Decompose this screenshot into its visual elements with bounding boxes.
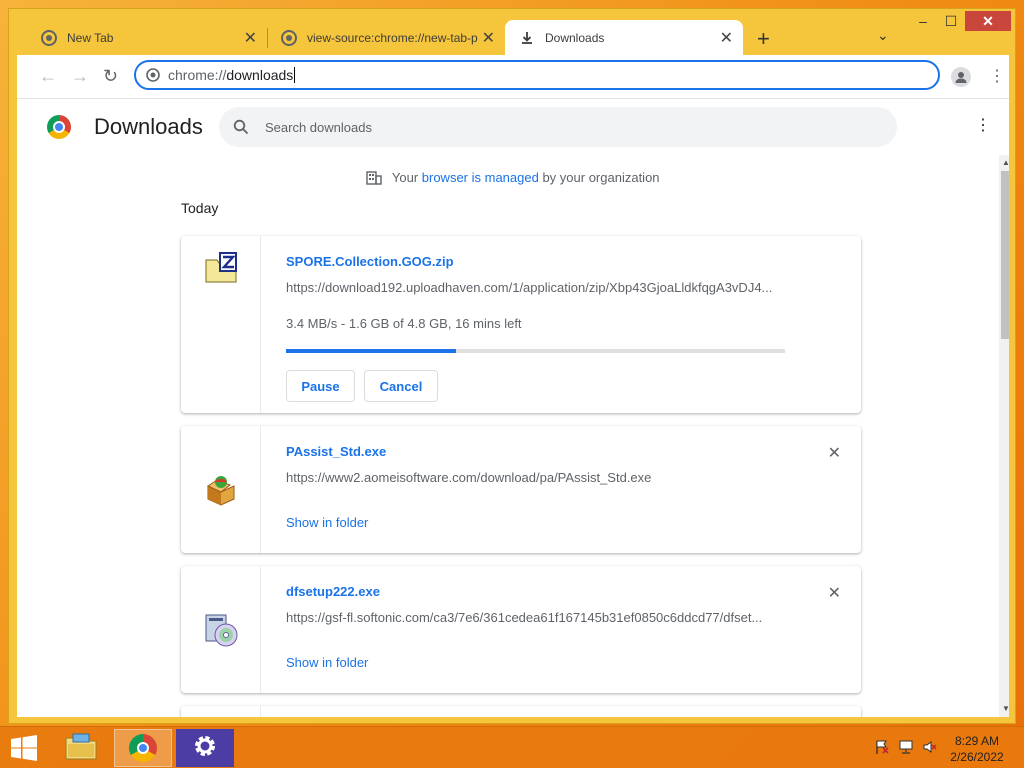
download-card: dfsetup222.exe https://gsf-fl.softonic.c… (181, 566, 861, 693)
text-caret (294, 67, 296, 83)
download-url: https://download192.uploadhaven.com/1/ap… (286, 280, 773, 295)
chrome-page-icon (146, 68, 160, 82)
back-button[interactable]: ← (39, 66, 57, 87)
action-center-flag-icon[interactable] (874, 739, 890, 758)
tab-close-icon[interactable]: ✕ (720, 28, 733, 48)
download-card: SPORE.Collection.GOG.zip https://downloa… (181, 236, 861, 413)
search-input[interactable] (265, 119, 825, 135)
scrollbar-thumb[interactable] (1001, 171, 1009, 339)
gear-icon (191, 732, 219, 765)
address-bar[interactable]: chrome://downloads (134, 60, 940, 90)
tab-view-source[interactable]: view-source:chrome://new-tab-p ✕ (267, 20, 505, 56)
scroll-up-arrow-icon[interactable]: ▲ (1002, 158, 1009, 167)
windows-start-icon[interactable] (10, 735, 38, 761)
downloads-header: Downloads ⋮ (17, 99, 1009, 155)
download-icon-column (181, 236, 261, 413)
page-title: Downloads (94, 114, 203, 139)
download-card: PAssist_Std.exe https://www2.aomeisoftwa… (181, 426, 861, 553)
tab-strip: New Tab ✕ view-source:chrome://new-tab-p… (9, 9, 1015, 56)
download-url: https://www2.aomeisoftware.com/download/… (286, 470, 652, 485)
installer-box-icon (204, 474, 238, 506)
download-status: 3.4 MB/s - 1.6 GB of 4.8 GB, 16 mins lef… (286, 316, 522, 331)
download-filename[interactable]: PAssist_Std.exe (286, 444, 386, 459)
tab-new-tab[interactable]: New Tab ✕ (27, 20, 267, 56)
volume-muted-icon[interactable] (922, 739, 938, 758)
tab-search-chevron-icon[interactable]: ⌄ (877, 27, 889, 44)
tab-close-icon[interactable]: ✕ (244, 28, 257, 48)
download-url: https://gsf-fl.softonic.com/ca3/7e6/361c… (286, 610, 763, 625)
settings-taskbar-button[interactable] (176, 729, 234, 767)
download-icon (519, 30, 535, 46)
zip-file-icon (205, 252, 237, 284)
forward-button[interactable]: → (71, 66, 89, 87)
page-scrollbar[interactable]: ▲ ▼ (999, 155, 1009, 717)
download-icon-column (181, 426, 261, 553)
download-card-partial (181, 706, 861, 717)
taskbar-clock[interactable]: 8:29 AM 2/26/2022 (944, 733, 1010, 765)
network-icon[interactable] (898, 739, 914, 758)
download-filename[interactable]: SPORE.Collection.GOG.zip (286, 254, 454, 269)
file-explorer-icon (65, 732, 97, 765)
chrome-taskbar-icon (129, 734, 157, 762)
pause-button[interactable]: Pause (286, 370, 355, 402)
downloads-page: Downloads ⋮ Your browser is managed by y… (17, 99, 1009, 717)
download-icon-column (181, 706, 261, 717)
tab-title: view-source:chrome://new-tab-p (307, 31, 478, 45)
tab-title: Downloads (545, 31, 605, 45)
address-scheme: chrome:// (168, 67, 227, 83)
tab-title: New Tab (67, 31, 114, 45)
download-progress-bar (286, 349, 785, 353)
search-box[interactable] (219, 107, 897, 147)
tab-downloads[interactable]: Downloads ✕ (505, 20, 743, 56)
chrome-logo-icon (47, 115, 71, 139)
file-explorer-taskbar-button[interactable] (52, 729, 110, 767)
page-menu-icon[interactable]: ⋮ (975, 115, 991, 135)
new-tab-button[interactable]: + (757, 26, 770, 52)
clock-date: 2/26/2022 (950, 750, 1004, 764)
managed-link[interactable]: browser is managed (422, 170, 539, 185)
download-filename[interactable]: dfsetup222.exe (286, 584, 380, 599)
clock-time: 8:29 AM (954, 734, 1000, 748)
chrome-favicon-icon (281, 30, 297, 46)
address-path: downloads (226, 67, 294, 83)
browser-menu-icon[interactable]: ⋮ (989, 66, 1005, 86)
chrome-taskbar-button[interactable] (114, 729, 172, 767)
browser-window: New Tab ✕ view-source:chrome://new-tab-p… (8, 8, 1016, 724)
building-icon (366, 169, 383, 185)
tab-close-icon[interactable]: ✕ (482, 28, 495, 48)
managed-prefix: Your (391, 170, 419, 185)
section-date-heading: Today (181, 200, 219, 216)
download-progress-fill (286, 349, 456, 353)
download-icon-column (181, 566, 261, 693)
remove-download-icon[interactable]: ✕ (828, 583, 841, 603)
cancel-button[interactable]: Cancel (364, 370, 438, 402)
browser-toolbar: ← → ↻ chrome://downloads ⋮ (17, 55, 1009, 99)
maximize-button[interactable]: ☐ (937, 11, 965, 31)
close-window-button[interactable]: ✕ (965, 11, 1011, 31)
show-in-folder-link[interactable]: Show in folder (286, 655, 368, 670)
managed-suffix: by your organization (542, 170, 660, 185)
managed-notice: Your browser is managed by your organiza… (17, 169, 1009, 185)
reload-button[interactable]: ↻ (103, 66, 118, 87)
scroll-down-arrow-icon[interactable]: ▼ (1002, 704, 1009, 713)
show-in-folder-link[interactable]: Show in folder (286, 515, 368, 530)
taskbar: 8:29 AM 2/26/2022 (0, 726, 1024, 768)
chrome-favicon-icon (41, 30, 57, 46)
setup-disc-icon (203, 612, 239, 648)
search-icon[interactable] (233, 119, 249, 135)
remove-download-icon[interactable]: ✕ (828, 443, 841, 463)
profile-avatar-icon[interactable] (951, 67, 971, 87)
minimize-button[interactable]: ‒ (909, 11, 937, 31)
